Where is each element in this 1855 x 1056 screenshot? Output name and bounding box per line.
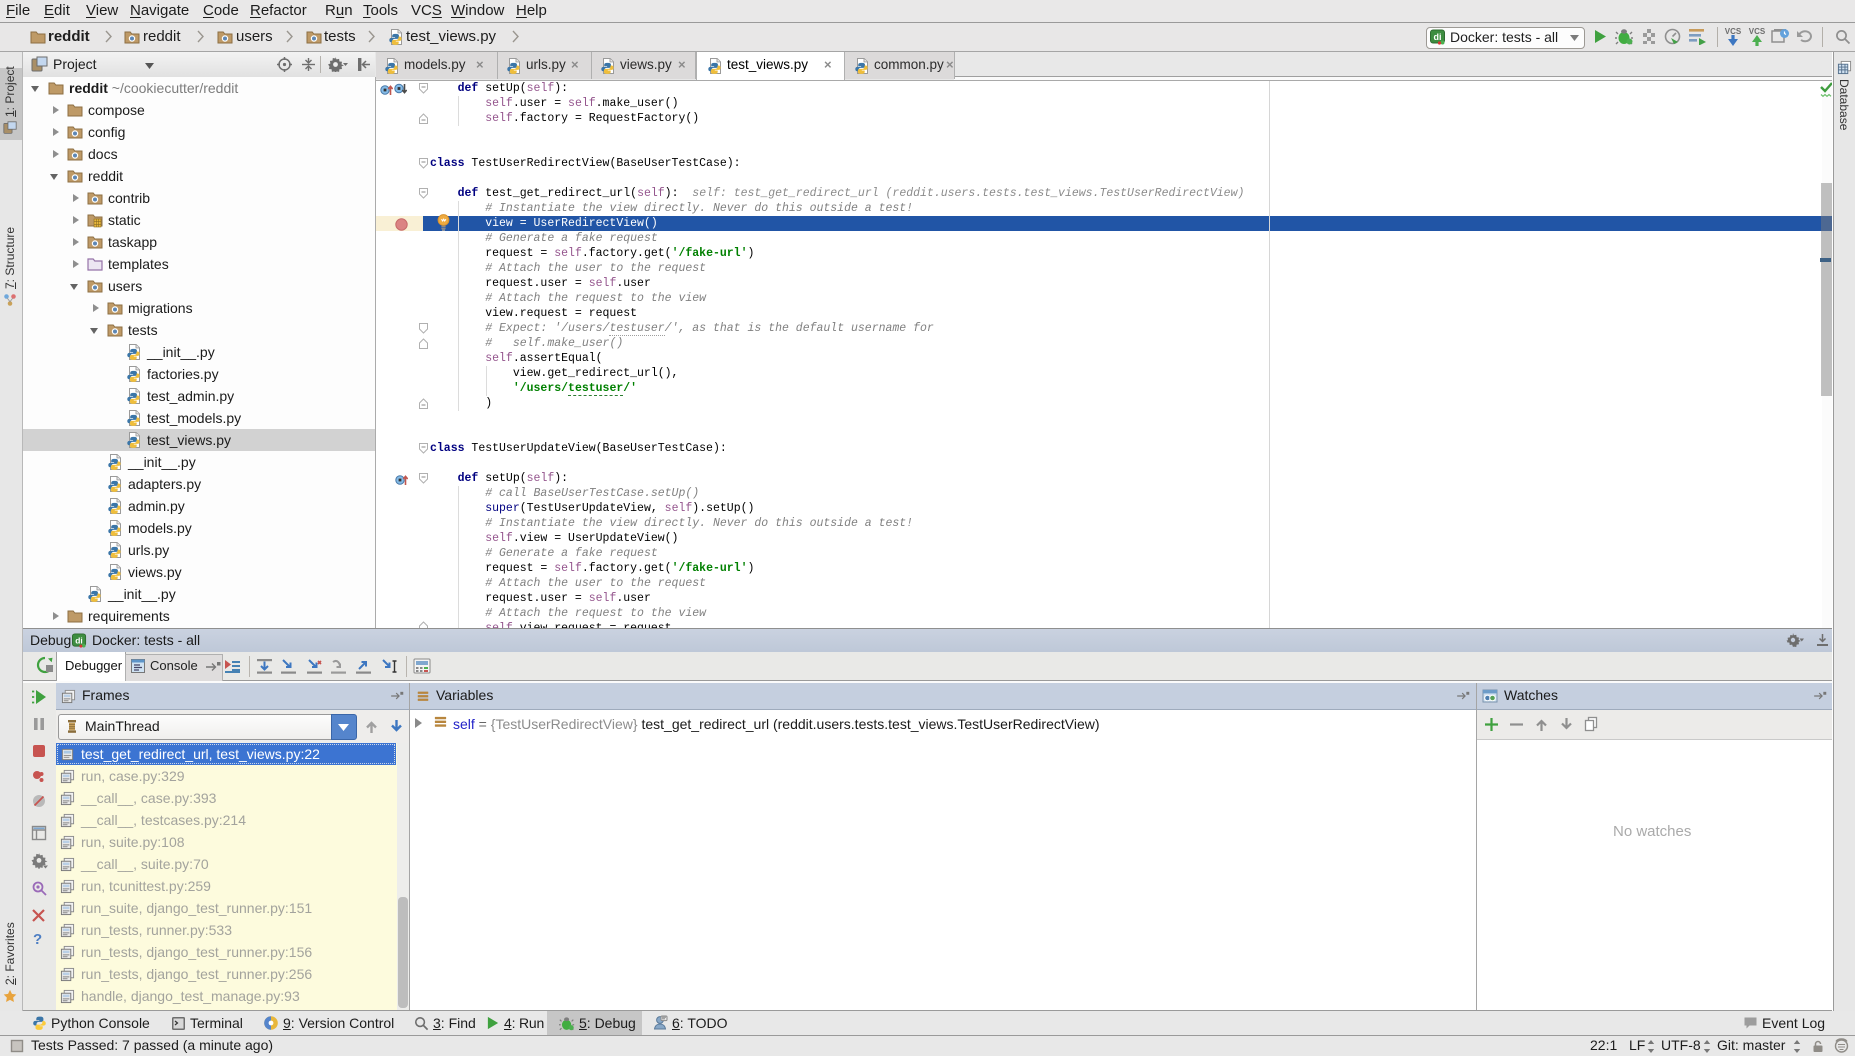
svg-text:di: di <box>75 635 82 645</box>
svg-text:di: di <box>1434 32 1442 42</box>
svg-text:VCS: VCS <box>1725 27 1742 36</box>
svg-text:VCS: VCS <box>1749 27 1766 36</box>
